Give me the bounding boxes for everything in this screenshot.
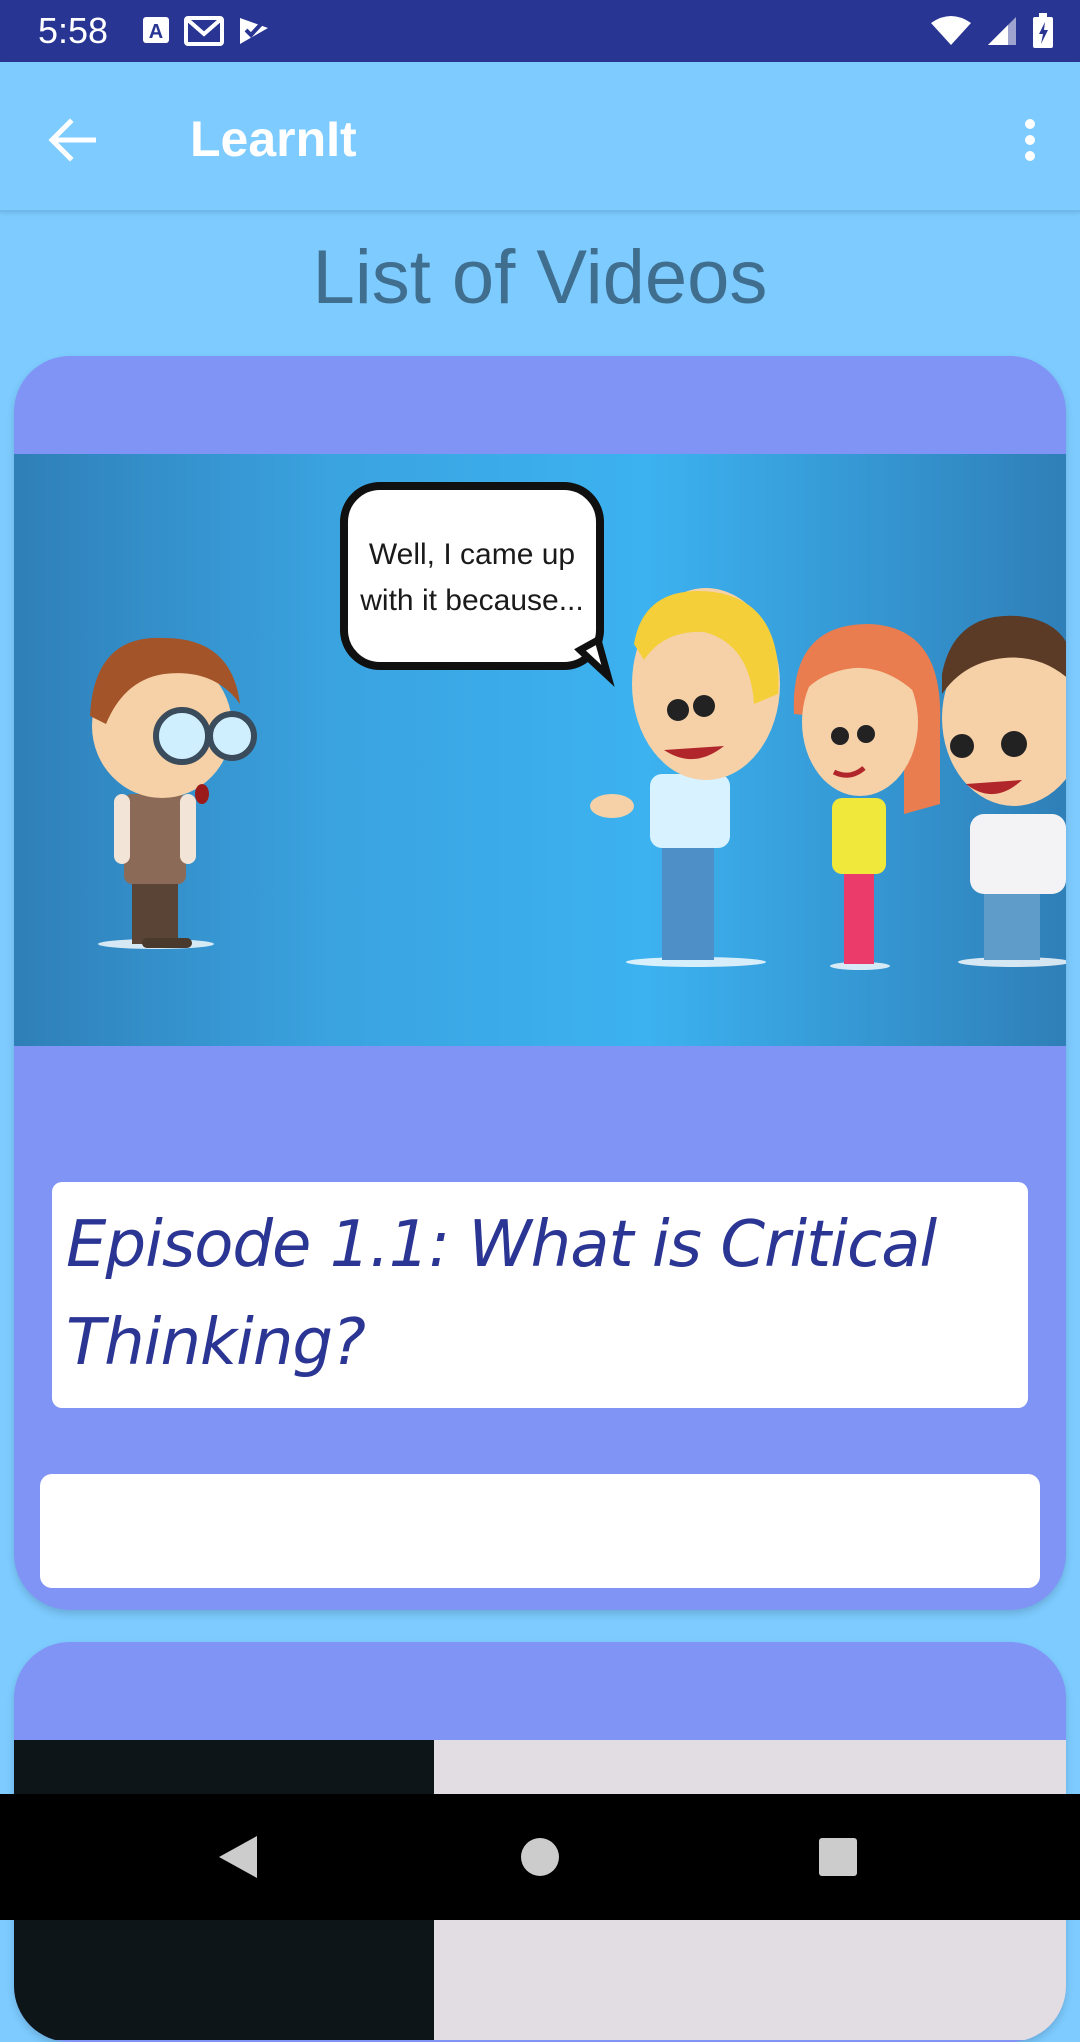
nav-home-icon bbox=[521, 1838, 559, 1876]
app-title: LearnIt bbox=[190, 111, 357, 167]
cartoon-thumbnail-image: Well, I came up with it because... bbox=[14, 454, 1066, 1046]
checklist-icon bbox=[240, 18, 268, 44]
speech-bubble-line-2: with it because... bbox=[359, 584, 583, 617]
notification-icons: A bbox=[142, 14, 270, 48]
back-button[interactable] bbox=[34, 102, 110, 178]
battery-icon bbox=[1033, 13, 1053, 48]
episode-description bbox=[40, 1474, 1040, 1588]
gmail-icon bbox=[184, 16, 224, 46]
speech-bubble-line-1: Well, I came up bbox=[369, 538, 575, 571]
nav-recents-icon bbox=[819, 1838, 857, 1876]
nav-back-button[interactable] bbox=[198, 1822, 278, 1892]
page-heading: List of Videos bbox=[312, 235, 768, 320]
episode-title-box[interactable]: Episode 1.1: What is Critical Thinking? bbox=[52, 1182, 1028, 1408]
speech-bubble: Well, I came up with it because... bbox=[340, 482, 615, 687]
wifi-icon bbox=[931, 16, 971, 45]
system-nav-bar bbox=[0, 1794, 1080, 1920]
nav-home-button[interactable] bbox=[500, 1822, 580, 1892]
nav-recents-button[interactable] bbox=[798, 1822, 878, 1892]
status-time: 5:58 bbox=[38, 10, 109, 51]
nav-back-icon bbox=[219, 1836, 257, 1878]
system-status-icons bbox=[930, 12, 1054, 50]
cell-signal-icon bbox=[988, 17, 1016, 45]
accessibility-a-icon: A bbox=[143, 17, 169, 43]
overflow-menu-button[interactable] bbox=[1000, 102, 1060, 178]
video-thumbnail[interactable]: Well, I came up with it because... bbox=[14, 454, 1066, 1046]
episode-title: Episode 1.1: What is Critical Thinking? bbox=[66, 1208, 937, 1380]
arrow-back-icon bbox=[48, 118, 96, 162]
video-card[interactable]: Well, I came up with it because... Episo… bbox=[14, 356, 1066, 1610]
status-bar: 5:58 A bbox=[0, 0, 1080, 62]
app-bar: LearnIt bbox=[0, 62, 1080, 212]
more-vert-icon bbox=[1025, 119, 1035, 161]
svg-text:A: A bbox=[149, 21, 163, 43]
